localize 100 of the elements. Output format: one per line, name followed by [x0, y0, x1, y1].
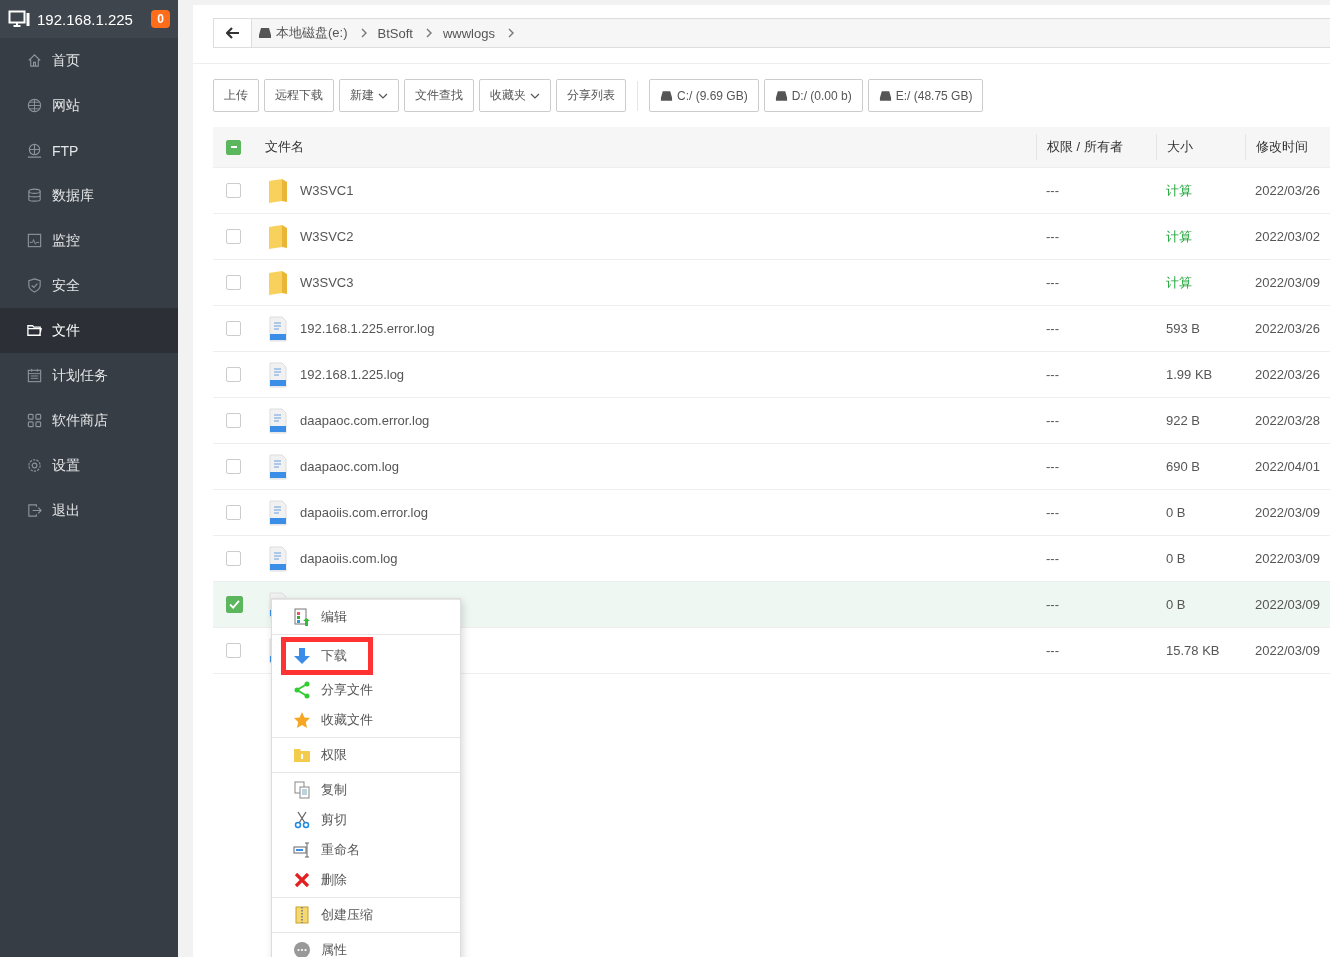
column-header[interactable]: 大小 [1167, 138, 1193, 156]
row-checkbox[interactable] [226, 413, 241, 428]
toolbar-button[interactable]: 文件查找 [404, 79, 474, 112]
checkmark-icon [229, 600, 240, 609]
row-checkbox[interactable] [226, 321, 241, 336]
log-file-icon [268, 545, 288, 572]
row-checkbox[interactable] [226, 459, 241, 474]
row-checkbox[interactable] [226, 275, 241, 290]
menu-item[interactable]: 下载 [281, 637, 373, 675]
log-file-icon [268, 315, 288, 342]
zip-icon [293, 906, 311, 924]
row-checkbox[interactable] [226, 229, 241, 244]
star-icon [293, 711, 311, 729]
select-all-checkbox[interactable] [226, 139, 241, 155]
breadcrumb-link[interactable]: 本地磁盘(e:) [252, 19, 372, 47]
sidebar-item[interactable]: 设置 [0, 443, 178, 488]
breadcrumb-link[interactable]: wwwlogs [436, 19, 519, 47]
permissions-cell: --- [1046, 275, 1059, 290]
modified-cell: 2022/03/26 [1255, 183, 1321, 198]
file-name[interactable]: daapaoc.com.error.log [300, 413, 430, 428]
modified-cell: 2022/03/02 [1255, 229, 1321, 244]
toolbar-button[interactable]: 新建 [339, 79, 399, 112]
sidebar-item[interactable]: 软件商店 [0, 398, 178, 443]
row-checkbox[interactable] [226, 643, 241, 658]
menu-item[interactable]: 属性 [272, 935, 460, 957]
file-name[interactable]: W3SVC1 [300, 183, 354, 198]
file-name[interactable]: dapaoiis.com.error.log [300, 505, 428, 520]
toolbar-button[interactable]: 远程下载 [264, 79, 334, 112]
permissions-cell: --- [1046, 551, 1059, 566]
row-checkbox[interactable] [226, 183, 241, 198]
drive-button[interactable]: D:/ (0.00 b) [763, 79, 863, 112]
column-header[interactable]: 权限 / 所有者 [1047, 138, 1123, 156]
toolbar-button[interactable]: 收藏夹 [479, 79, 551, 112]
menu-item[interactable]: 创建压缩 [272, 900, 460, 930]
size-cell: 0 B [1166, 597, 1186, 612]
column-header[interactable]: 文件名 [265, 138, 304, 156]
drive-button[interactable]: E:/ (48.75 GB) [867, 79, 984, 112]
sidebar-item[interactable]: 监控 [0, 218, 178, 263]
size-cell: 0 B [1166, 551, 1186, 566]
log-file-icon [268, 499, 288, 526]
menu-item[interactable]: 权限 [272, 740, 460, 770]
globe-icon [26, 97, 43, 114]
sidebar-item[interactable]: 网站 [0, 83, 178, 128]
permissions-cell: --- [1046, 183, 1059, 198]
file-name[interactable]: W3SVC2 [300, 229, 354, 244]
sidebar-item[interactable]: 首页 [0, 38, 178, 83]
menu-item[interactable]: 剪切 [272, 805, 460, 835]
drive-icon [258, 27, 272, 39]
size-cell: 922 B [1166, 413, 1200, 428]
sidebar-item[interactable]: 数据库 [0, 173, 178, 218]
file-name[interactable]: dapaoiis.com.log [300, 551, 398, 566]
grid-icon [26, 412, 43, 429]
row-checkbox[interactable] [226, 596, 243, 613]
breadcrumb-link[interactable]: BtSoft [371, 19, 437, 47]
row-checkbox[interactable] [226, 505, 241, 520]
sidebar-item[interactable]: 计划任务 [0, 353, 178, 398]
column-header[interactable]: 修改时间 [1256, 138, 1308, 156]
size-cell: 0 B [1166, 505, 1186, 520]
toolbar-button[interactable]: 上传 [213, 79, 259, 112]
drive-icon [660, 89, 673, 102]
ftp-icon [26, 142, 43, 159]
log-file-icon [268, 453, 288, 480]
drive-icon [774, 89, 788, 102]
modified-cell: 2022/03/26 [1255, 321, 1321, 336]
monitor-icon [8, 10, 31, 28]
cut-icon [293, 811, 311, 829]
menu-item[interactable]: 分享文件 [272, 675, 460, 705]
log-file-icon [268, 407, 288, 434]
file-name[interactable]: daapaoc.com.log [300, 459, 399, 474]
rename-icon [293, 841, 311, 859]
drive-button[interactable]: C:/ (9.69 GB) [649, 79, 759, 112]
folder-icon [268, 269, 288, 296]
file-name[interactable]: 192.168.1.225.log [300, 367, 405, 382]
permissions-cell: --- [1046, 413, 1059, 428]
home-icon [26, 52, 43, 69]
permissions-cell: --- [1046, 321, 1059, 336]
menu-item[interactable]: 删除 [272, 865, 460, 895]
sidebar-item[interactable]: 安全 [0, 263, 178, 308]
menu-item[interactable]: 收藏文件 [272, 705, 460, 735]
row-checkbox[interactable] [226, 367, 241, 382]
back-button[interactable] [214, 19, 252, 47]
logout-icon [26, 502, 43, 519]
modified-cell: 2022/03/09 [1255, 597, 1321, 612]
permissions-cell: --- [1046, 459, 1059, 474]
menu-item[interactable]: 编辑 [272, 602, 460, 632]
chevron-right-icon [359, 28, 368, 38]
menu-item[interactable]: 重命名 [272, 835, 460, 865]
edit-icon [293, 608, 311, 626]
row-checkbox[interactable] [226, 551, 241, 566]
file-name[interactable]: W3SVC3 [300, 275, 354, 290]
log-file-icon [268, 361, 288, 388]
permissions-cell: --- [1046, 643, 1059, 658]
sidebar-item[interactable]: FTP [0, 128, 178, 173]
sidebar-item[interactable]: 文件 [0, 308, 178, 353]
sidebar-item[interactable]: 退出 [0, 488, 178, 533]
menu-item[interactable]: 复制 [272, 775, 460, 805]
toolbar-button[interactable]: 分享列表 [556, 79, 626, 112]
file-name[interactable]: 192.168.1.225.error.log [300, 321, 435, 336]
download-icon [293, 647, 311, 665]
permissions-cell: --- [1046, 367, 1059, 382]
